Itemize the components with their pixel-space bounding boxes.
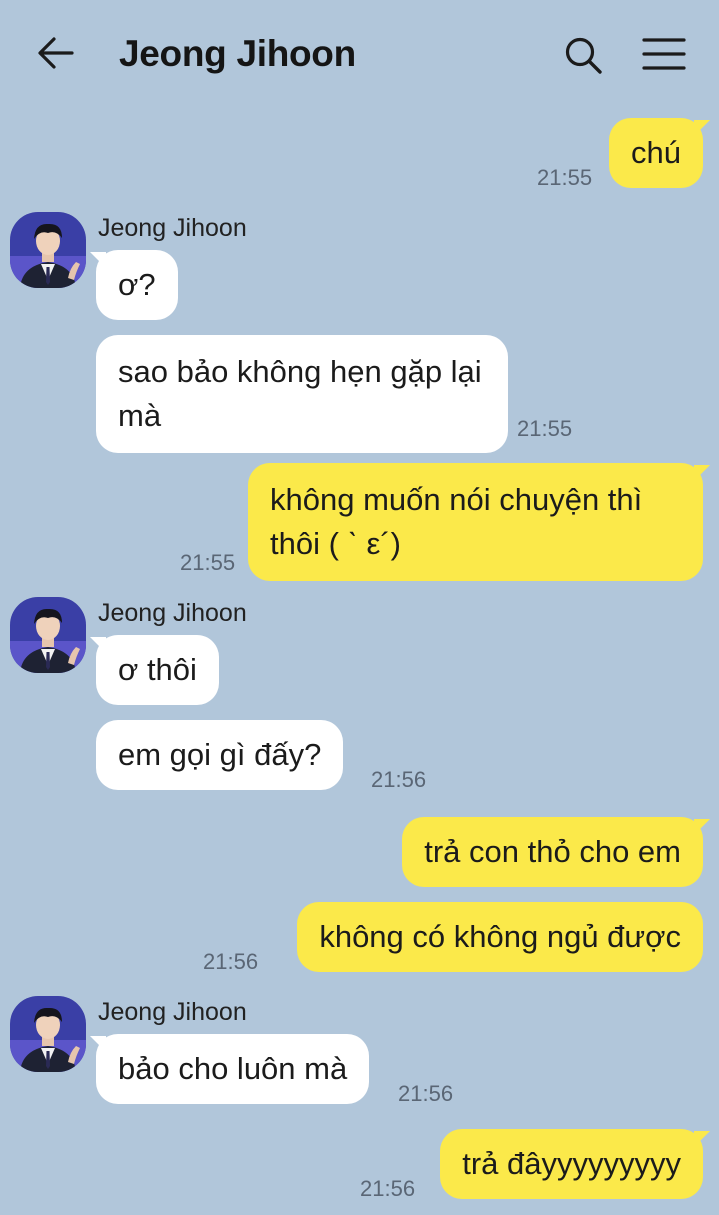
- message-timestamp: 21:56: [360, 1176, 416, 1201]
- search-icon: [565, 37, 602, 74]
- sender-name: Jeong Jihoon: [98, 998, 247, 1026]
- message-timestamp: 21:55: [517, 416, 573, 441]
- outgoing-message-bubble[interactable]: không muốn nói chuyện thì thôi ( ˋ ε´): [248, 463, 703, 581]
- bubble-tail: [694, 120, 710, 136]
- message-timestamp: 21:55: [537, 165, 593, 190]
- avatar-photo-icon: [10, 212, 86, 288]
- incoming-message-bubble[interactable]: ơ?: [96, 250, 178, 320]
- message-timestamp: 21:55: [180, 550, 236, 575]
- bubble-tail: [694, 1131, 710, 1147]
- outgoing-message-bubble[interactable]: chú: [609, 118, 703, 188]
- outgoing-message-bubble[interactable]: không có không ngủ được: [297, 902, 703, 972]
- hamburger-menu-icon: [642, 38, 686, 70]
- outgoing-message-bubble[interactable]: trả đâyyyyyyyyy: [440, 1129, 703, 1199]
- bubble-tail: [694, 819, 710, 835]
- contact-avatar[interactable]: [10, 597, 86, 673]
- avatar-photo-icon: [10, 996, 86, 1072]
- contact-avatar[interactable]: [10, 996, 86, 1072]
- sender-name: Jeong Jihoon: [98, 214, 247, 242]
- bubble-tail: [90, 252, 106, 268]
- message-timestamp: 21:56: [203, 949, 259, 974]
- bubble-tail: [694, 465, 710, 481]
- back-button[interactable]: [34, 32, 78, 76]
- incoming-message-bubble[interactable]: bảo cho luôn mà: [96, 1034, 370, 1104]
- outgoing-message-bubble[interactable]: trả con thỏ cho em: [402, 817, 703, 887]
- avatar-photo-icon: [10, 597, 86, 673]
- arrow-left-icon: [38, 37, 74, 69]
- message-timestamp: 21:56: [398, 1081, 454, 1106]
- chat-header: Jeong Jihoon: [0, 0, 719, 108]
- contact-avatar[interactable]: [10, 212, 86, 288]
- incoming-message-bubble[interactable]: ơ thôi: [96, 635, 219, 705]
- incoming-message-bubble[interactable]: sao bảo không hẹn gặp lại mà: [96, 335, 508, 453]
- menu-button[interactable]: [640, 34, 688, 74]
- bubble-tail: [90, 637, 106, 653]
- sender-name: Jeong Jihoon: [98, 599, 247, 627]
- search-button[interactable]: [560, 32, 606, 78]
- bubble-tail: [90, 1036, 106, 1052]
- incoming-message-bubble[interactable]: em gọi gì đấy?: [96, 720, 344, 790]
- chat-title: Jeong Jihoon: [119, 33, 356, 74]
- message-timestamp: 21:56: [371, 767, 427, 792]
